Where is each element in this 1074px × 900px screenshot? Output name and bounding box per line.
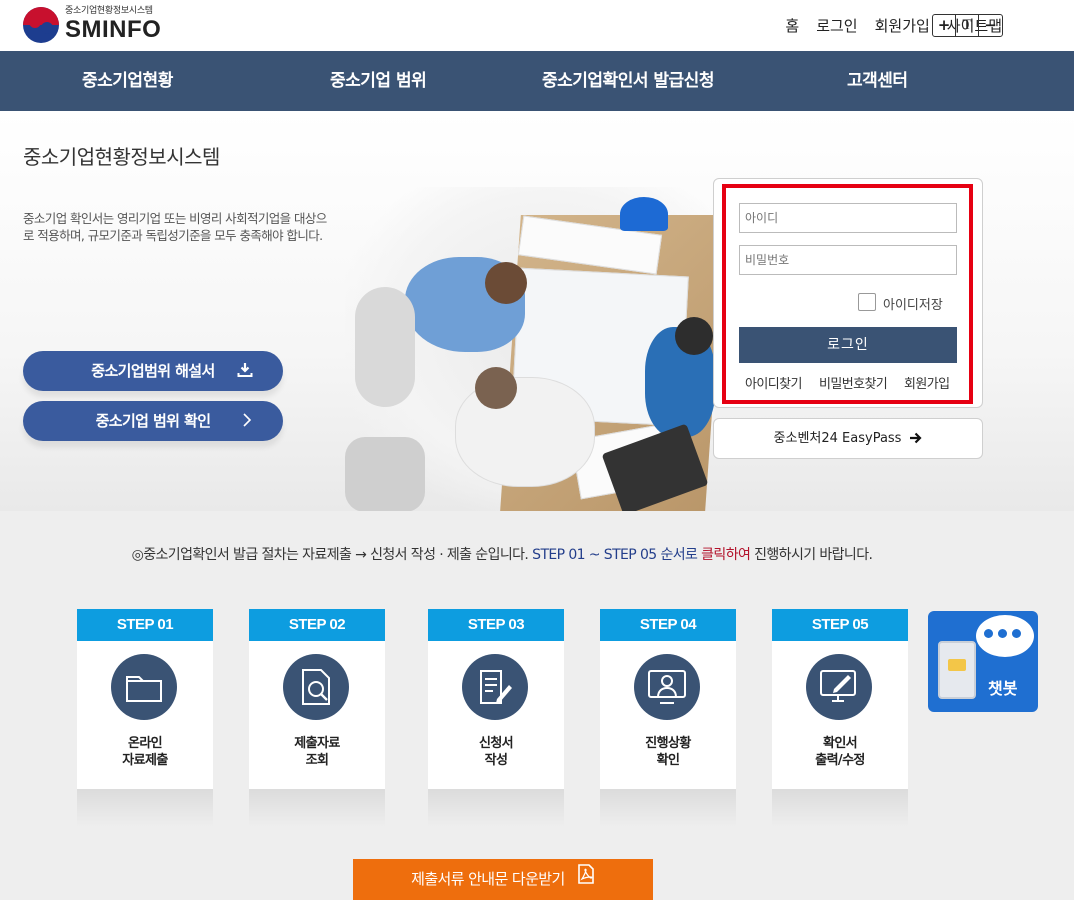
procedure-notice: ◎중소기업확인서 발급 절차는 자료제출 → 신청서 작성 · 제출 순입니다.… <box>0 544 1004 564</box>
chatbot-button[interactable]: 챗봇 <box>928 611 1038 712</box>
step-03-label: 신청서 작성 <box>478 736 514 768</box>
step-02-reflection <box>249 789 385 827</box>
nav-customer-center[interactable]: 고객센터 <box>847 51 908 111</box>
step-01-reflection <box>77 789 213 827</box>
notice-text-2: 순서로 <box>660 547 698 563</box>
step-02-card[interactable]: STEP 02 제출자료 조회 <box>249 609 385 789</box>
nav-sme-scope[interactable]: 중소기업 범위 <box>330 51 427 111</box>
chatbot-label: 챗봇 <box>988 679 1018 698</box>
step-05-label: 확인서 출력/수정 <box>815 736 865 768</box>
nav-sme-status[interactable]: 중소기업현황 <box>82 51 173 111</box>
font-decrease-button[interactable]: − <box>979 15 1002 36</box>
arrow-right-icon <box>909 431 923 446</box>
notice-click-highlight: 클릭하여 <box>701 547 751 563</box>
main-navigation: 중소기업현황 중소기업 범위 중소기업확인서 발급신청 고객센터 <box>0 51 1074 111</box>
person-screen-icon <box>634 654 700 720</box>
step-02-head: STEP 02 <box>249 609 385 641</box>
download-icon <box>237 351 253 391</box>
nav-certificate-apply[interactable]: 중소기업확인서 발급신청 <box>542 51 714 111</box>
util-home-link[interactable]: 홈 <box>785 15 799 36</box>
step-02-label: 제출자료 조회 <box>294 736 340 768</box>
monitor-pen-icon <box>806 654 872 720</box>
step-01-head: STEP 01 <box>77 609 213 641</box>
download-guide-button[interactable]: 제출서류 안내문 다운받기 <box>353 859 653 900</box>
scope-check-button[interactable]: 중소기업 범위 확인 <box>23 401 283 441</box>
step-01-card[interactable]: STEP 01 온라인 자료제출 <box>77 609 213 789</box>
step-05-card[interactable]: STEP 05 확인서 출력/수정 <box>772 609 908 789</box>
notice-steps-range: STEP 01 ~ STEP 05 <box>532 547 657 563</box>
step-04-reflection <box>600 789 736 827</box>
join-link[interactable]: 회원가입 <box>904 373 950 392</box>
scope-guide-label: 중소기업범위 해설서 <box>91 362 215 380</box>
step-05-reflection <box>772 789 908 827</box>
save-id-checkbox[interactable] <box>858 293 876 311</box>
find-password-link[interactable]: 비밀번호찾기 <box>819 373 888 392</box>
step-03-head: STEP 03 <box>428 609 564 641</box>
page-title: 중소기업현황정보시스템 <box>23 145 220 169</box>
step-04-card[interactable]: STEP 04 진행상황 확인 <box>600 609 736 789</box>
speech-bubble-icon <box>976 615 1034 657</box>
step-04-head: STEP 04 <box>600 609 736 641</box>
util-join-link[interactable]: 회원가입 <box>875 15 930 36</box>
easypass-label: 중소벤처24 EasyPass <box>773 431 902 446</box>
font-increase-button[interactable]: + <box>933 15 956 36</box>
chevron-right-icon <box>241 401 253 441</box>
step-03-card[interactable]: STEP 03 신청서 작성 <box>428 609 564 789</box>
office-meeting-illustration <box>345 187 715 512</box>
save-id-label: 아이디저장 <box>883 298 943 313</box>
taegeuk-emblem-icon <box>23 6 59 43</box>
top-header: 중소기업현황정보시스템 SMINFO 홈 로그인 회원가입 사이트맵 + T − <box>0 0 1074 51</box>
notice-text-3: 진행하시기 바랍니다. <box>754 547 873 563</box>
font-size-controls: + T − <box>932 14 1003 37</box>
hero-description: 중소기업 확인서는 영리기업 또는 비영리 사회적기업을 대상으로 적용하며, … <box>23 211 327 243</box>
find-id-link[interactable]: 아이디찾기 <box>745 373 802 392</box>
font-reset-button[interactable]: T <box>956 15 979 36</box>
easypass-button[interactable]: 중소벤처24 EasyPass <box>713 418 983 459</box>
robot-icon <box>938 641 976 699</box>
login-button[interactable]: 로그인 <box>739 327 957 363</box>
logo-title: SMINFO <box>65 16 162 43</box>
notice-text-1: ◎중소기업확인서 발급 절차는 자료제출 → 신청서 작성 · 제출 순입니다. <box>131 547 529 563</box>
download-guide-label: 제출서류 안내문 다운받기 <box>411 870 565 888</box>
form-edit-icon <box>462 654 528 720</box>
step-05-head: STEP 05 <box>772 609 908 641</box>
document-search-icon <box>283 654 349 720</box>
site-logo[interactable]: 중소기업현황정보시스템 SMINFO <box>23 6 161 43</box>
user-id-input[interactable] <box>739 203 957 233</box>
scope-guide-download-button[interactable]: 중소기업범위 해설서 <box>23 351 283 391</box>
util-login-link[interactable]: 로그인 <box>816 15 857 36</box>
folder-icon <box>111 654 177 720</box>
pdf-icon <box>577 859 595 900</box>
step-04-label: 진행상황 확인 <box>645 736 691 768</box>
step-01-label: 온라인 자료제출 <box>122 736 168 768</box>
password-input[interactable] <box>739 245 957 275</box>
step-03-reflection <box>428 789 564 827</box>
scope-check-label: 중소기업 범위 확인 <box>95 412 211 430</box>
